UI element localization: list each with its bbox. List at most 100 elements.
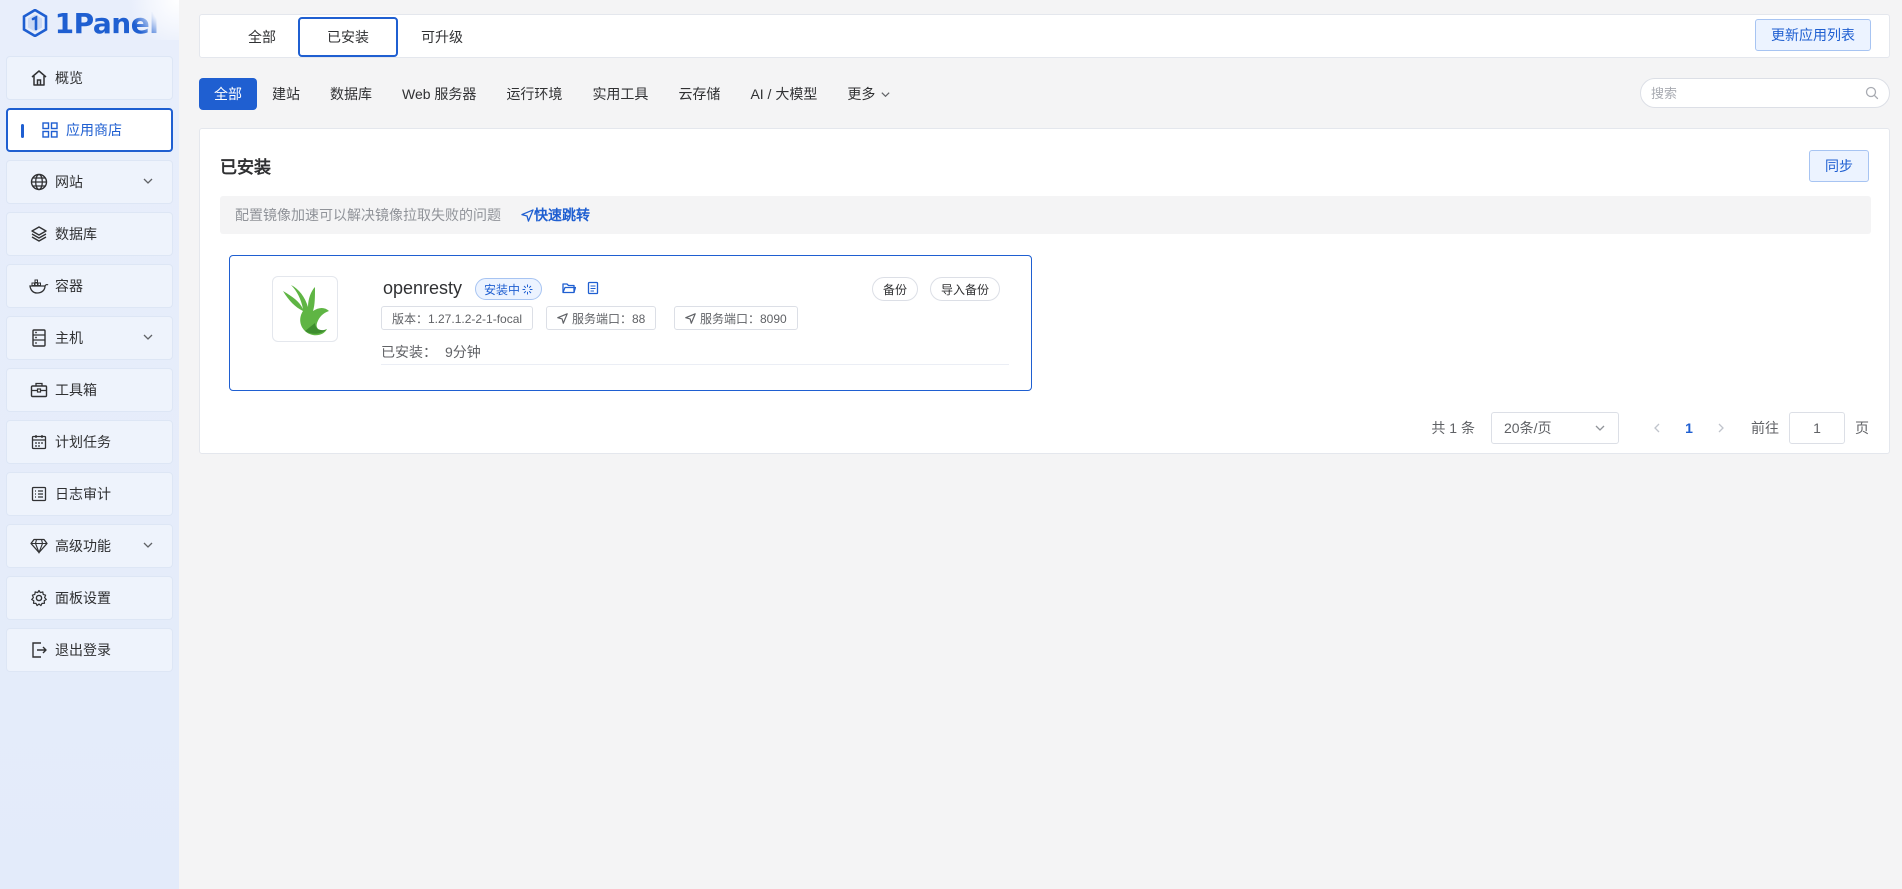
next-page-button[interactable] xyxy=(1705,422,1737,434)
sidebar-item-logout[interactable]: 退出登录 xyxy=(6,628,173,672)
sidebar-item-panel-settings[interactable]: 面板设置 xyxy=(6,576,173,620)
installed-label: 已安装： xyxy=(381,344,437,360)
tab-all[interactable]: 全部 xyxy=(220,17,304,57)
sidebar-item-toolbox[interactable]: 工具箱 xyxy=(6,368,173,412)
diamond-icon xyxy=(29,536,49,556)
sidebar-item-cron-jobs[interactable]: 计划任务 xyxy=(6,420,173,464)
sidebar-item-label: 数据库 xyxy=(55,226,97,242)
pagination: 共 1 条 20条/页 1 前往 页 xyxy=(1431,412,1869,444)
sidebar-item-label: 应用商店 xyxy=(66,122,122,138)
port-tag[interactable]: 服务端口：88 xyxy=(546,306,657,330)
sidebar-item-containers[interactable]: 容器 xyxy=(6,264,173,308)
sidebar-item-log-audit[interactable]: 日志审计 xyxy=(6,472,173,516)
server-icon xyxy=(29,328,49,348)
navigation-arrow-icon xyxy=(685,312,696,324)
category-all[interactable]: 全部 xyxy=(199,78,257,110)
logout-icon xyxy=(29,640,49,660)
card-divider xyxy=(381,364,1009,365)
quick-jump-label: 快速跳转 xyxy=(534,207,590,223)
app-card-openresty[interactable]: openresty 安装中 备份 导入备份 版本：1.27.1.2-2-1-fo… xyxy=(229,255,1032,391)
brand-logo[interactable]: 1Panel xyxy=(0,0,179,46)
search-icon[interactable] xyxy=(1865,86,1879,100)
sidebar-item-label: 容器 xyxy=(55,278,83,294)
globe-icon xyxy=(29,172,49,192)
toolbox-icon xyxy=(29,380,49,400)
sidebar-item-label: 工具箱 xyxy=(55,382,97,398)
category-web-server[interactable]: Web 服务器 xyxy=(387,78,491,110)
category-cloud-storage[interactable]: 云存储 xyxy=(663,78,735,110)
app-name: openresty xyxy=(383,278,463,298)
goto-page-input[interactable] xyxy=(1789,412,1845,444)
goto-label: 前往 xyxy=(1751,420,1779,436)
sidebar: 1Panel 概览 应用商店 网站 数据库 容器 主机 工具箱 计划任务 日志审… xyxy=(0,0,179,889)
app-tabs-bar: 全部 已安装 可升级 更新应用列表 xyxy=(199,14,1890,58)
search-box xyxy=(1640,78,1890,108)
grid-icon xyxy=(40,120,60,140)
navigation-arrow-icon xyxy=(557,312,568,324)
openresty-logo xyxy=(272,276,338,342)
chevron-down-icon xyxy=(143,334,153,340)
panel-title: 已安装 xyxy=(220,158,271,177)
hexagon-one-icon xyxy=(22,9,47,37)
prev-page-button[interactable] xyxy=(1641,422,1673,434)
main-content: 全部 已安装 可升级 更新应用列表 全部 建站 数据库 Web 服务器 运行环境… xyxy=(179,0,1902,889)
docker-icon xyxy=(29,276,49,296)
installed-panel: 已安装 同步 配置镜像加速可以解决镜像拉取失败的问题 快速跳转 openrest… xyxy=(199,128,1890,454)
sidebar-item-overview[interactable]: 概览 xyxy=(6,56,173,100)
import-backup-button[interactable]: 导入备份 xyxy=(930,277,1001,301)
log-icon xyxy=(29,484,49,504)
calendar-icon xyxy=(29,432,49,452)
category-filter: 全部 建站 数据库 Web 服务器 运行环境 实用工具 云存储 AI / 大模型… xyxy=(199,78,906,110)
tab-installed[interactable]: 已安装 xyxy=(298,17,398,57)
page-size-select[interactable]: 20条/页 xyxy=(1491,412,1619,444)
sidebar-item-label: 面板设置 xyxy=(55,590,111,606)
logo-decoration xyxy=(119,0,179,40)
navigation-arrow-icon xyxy=(521,208,534,222)
port-label: 服务端口：88 xyxy=(572,311,646,326)
backup-button[interactable]: 备份 xyxy=(872,277,919,301)
mirror-notice: 配置镜像加速可以解决镜像拉取失败的问题 快速跳转 xyxy=(220,196,1871,234)
sync-button[interactable]: 同步 xyxy=(1809,150,1869,182)
total-count: 共 1 条 xyxy=(1431,420,1475,436)
sidebar-item-app-store[interactable]: 应用商店 xyxy=(6,108,173,152)
gear-icon xyxy=(29,588,49,608)
sidebar-item-label: 网站 xyxy=(55,174,83,190)
search-input[interactable] xyxy=(1651,85,1865,101)
sidebar-item-label: 高级功能 xyxy=(55,538,111,554)
sidebar-item-label: 主机 xyxy=(55,330,83,346)
refresh-app-list-button[interactable]: 更新应用列表 xyxy=(1755,19,1871,51)
category-tools[interactable]: 实用工具 xyxy=(577,78,663,110)
sidebar-item-label: 退出登录 xyxy=(55,642,111,658)
category-runtime[interactable]: 运行环境 xyxy=(491,78,577,110)
page-number[interactable]: 1 xyxy=(1673,420,1705,436)
category-website[interactable]: 建站 xyxy=(257,78,315,110)
loading-spinner-icon xyxy=(522,283,533,295)
installed-value: 9分钟 xyxy=(445,344,481,360)
sidebar-item-databases[interactable]: 数据库 xyxy=(6,212,173,256)
goto-page: 前往 页 xyxy=(1751,412,1869,444)
status-label: 安装中 xyxy=(484,282,521,297)
category-database[interactable]: 数据库 xyxy=(315,78,387,110)
port-label: 服务端口：8090 xyxy=(700,311,787,326)
port-tag[interactable]: 服务端口：8090 xyxy=(674,306,798,330)
sidebar-item-websites[interactable]: 网站 xyxy=(6,160,173,204)
sidebar-item-advanced[interactable]: 高级功能 xyxy=(6,524,173,568)
folder-open-icon[interactable] xyxy=(562,281,576,295)
tab-upgradable[interactable]: 可升级 xyxy=(400,17,484,57)
chevron-left-icon xyxy=(1654,423,1660,433)
category-ai[interactable]: AI / 大模型 xyxy=(735,78,832,110)
sidebar-item-label: 概览 xyxy=(55,70,83,86)
version-tag: 版本：1.27.1.2-2-1-focal xyxy=(381,306,534,330)
chevron-down-icon xyxy=(143,178,153,184)
active-indicator xyxy=(21,124,24,138)
chevron-down-icon xyxy=(1595,425,1605,431)
quick-jump-link[interactable]: 快速跳转 xyxy=(521,205,590,225)
sidebar-item-label: 计划任务 xyxy=(55,434,111,450)
sidebar-nav: 概览 应用商店 网站 数据库 容器 主机 工具箱 计划任务 日志审计 高级功能 … xyxy=(0,46,179,672)
installed-time: 已安装： 9分钟 xyxy=(381,342,481,362)
notice-text: 配置镜像加速可以解决镜像拉取失败的问题 xyxy=(235,207,501,223)
sidebar-item-hosts[interactable]: 主机 xyxy=(6,316,173,360)
chevron-right-icon xyxy=(1718,423,1724,433)
category-more[interactable]: 更多 xyxy=(832,78,906,110)
document-icon[interactable] xyxy=(586,281,600,295)
